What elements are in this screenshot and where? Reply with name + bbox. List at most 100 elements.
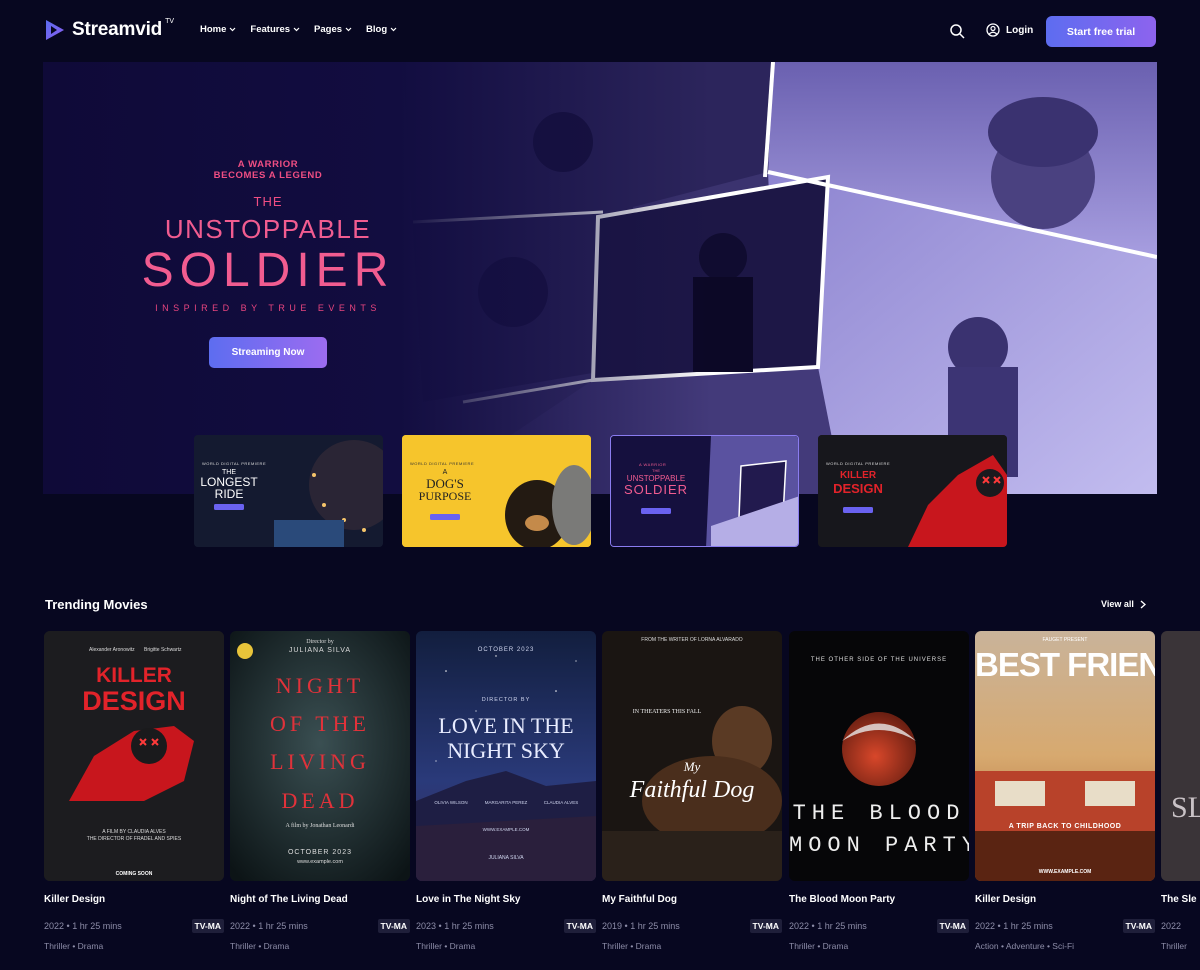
movie-year: 2023 — [416, 921, 437, 931]
thumbnail-label: WORLD DIGITAL PREMIERE — [202, 461, 267, 466]
movie-title[interactable]: My Faithful Dog — [602, 894, 782, 905]
hero-thumbnail-longest-ride[interactable]: WORLD DIGITAL PREMIERE THE LONGEST RIDE — [194, 435, 383, 547]
movie-poster[interactable]: OCTOBER 2023 DIRECTOR BY LOVE IN THE NIG… — [416, 631, 596, 881]
trending-section-title: Trending Movies — [45, 597, 148, 612]
movie-poster[interactable]: FROM THE WRITER OF LORNA ALVARADO IN THE… — [602, 631, 782, 881]
poster-title-1: My — [683, 759, 701, 774]
hero-tagline: A WARRIOR BECOMES A LEGEND — [193, 159, 343, 181]
poster-footer: JULIANA SILVA — [488, 855, 524, 861]
movie-poster[interactable]: THE OTHER SIDE OF THE UNIVERSE THE BLOOD… — [789, 631, 969, 881]
thumbnail-stream-button — [843, 507, 873, 513]
nav-pages[interactable]: Pages — [314, 24, 352, 35]
movie-meta: 2022 • 1 hr 25 mins TV-MA — [230, 919, 410, 933]
movie-year: 2022 — [1161, 921, 1182, 931]
movie-card[interactable]: OCTOBER 2023 DIRECTOR BY LOVE IN THE NIG… — [416, 631, 596, 951]
movie-year: 2022 — [44, 921, 65, 931]
nav-blog-label: Blog — [366, 24, 388, 35]
hero-banner: A WARRIOR BECOMES A LEGEND THE UNSTOPPAB… — [43, 62, 1157, 494]
poster-top-text: FROM THE WRITER OF LORNA ALVARADO — [641, 637, 743, 643]
poster-title-2: Faithful Dog — [629, 777, 755, 803]
poster-title-4: DEAD — [281, 788, 359, 813]
rating-badge: TV-MA — [563, 919, 596, 933]
view-all-label: View all — [1101, 599, 1134, 609]
hero-thumbnail-dogs-purpose[interactable]: WORLD DIGITAL PREMIERE A DOG'S PURPOSE — [402, 435, 591, 547]
rating-badge: TV-MA — [377, 919, 410, 933]
movie-poster[interactable]: Director by JULIANA SILVA NIGHT OF THE L… — [230, 631, 410, 881]
poster-top-text: FAUGET PRESENT — [1042, 637, 1088, 643]
logo-text: Streamvid — [72, 19, 163, 40]
poster-director-name: JULIANA SILVA — [288, 647, 352, 654]
play-logo-icon — [46, 20, 64, 40]
poster-title: SL — [1171, 791, 1200, 824]
movie-poster[interactable]: FAUGET PRESENT BEST FRIEND A TRIP BACK T… — [975, 631, 1155, 881]
hero-title-line-2: SOLDIER — [141, 244, 395, 297]
rating-badge: TV-MA — [749, 919, 782, 933]
nav-features[interactable]: Features — [250, 24, 300, 35]
hero-subtitle: INSPIRED BY TRUE EVENTS — [155, 303, 381, 313]
rating-badge: TV-MA — [1122, 919, 1155, 933]
rating-badge: TV-MA — [191, 919, 224, 933]
poster-release: IN THEATERS THIS FALL — [632, 709, 702, 715]
movie-poster[interactable]: Alexander Aronowitz Brigitte Schwartz KI… — [44, 631, 224, 881]
logo[interactable]: Streamvid TV — [44, 18, 174, 42]
view-all-link[interactable]: View all — [1101, 599, 1146, 609]
movie-meta: 2022 — [1161, 919, 1200, 933]
movie-title[interactable]: Killer Design — [975, 894, 1155, 905]
movie-title[interactable]: The Sle — [1161, 894, 1200, 905]
movie-card-partial[interactable]: SL The Sle 2022 Thriller — [1161, 631, 1200, 951]
movie-card[interactable]: Alexander Aronowitz Brigitte Schwartz KI… — [44, 631, 224, 951]
poster-title: BEST FRIEND — [975, 646, 1155, 683]
movie-card[interactable]: FAUGET PRESENT BEST FRIEND A TRIP BACK T… — [975, 631, 1155, 951]
movie-genres: Thriller • Drama — [44, 941, 104, 951]
movie-title[interactable]: Night of The Living Dead — [230, 894, 410, 905]
nav-home[interactable]: Home — [200, 24, 236, 35]
search-icon[interactable] — [949, 23, 965, 39]
hero-thumbnail-killer-design[interactable]: WORLD DIGITAL PREMIERE KILLER DESIGN — [818, 435, 1007, 547]
poster-cast-2: Brigitte Schwartz — [144, 647, 182, 653]
hero-tagline-line-2: BECOMES A LEGEND — [213, 170, 323, 181]
movie-year-duration: 2019 • 1 hr 25 mins — [602, 921, 680, 931]
movie-year: 2022 — [975, 921, 996, 931]
movie-year: 2019 — [602, 921, 623, 931]
nav-features-label: Features — [250, 24, 291, 35]
movie-genres: Thriller — [1161, 941, 1187, 951]
nav-blog[interactable]: Blog — [366, 24, 397, 35]
poster-cast-2: MARGARITA PEREZ — [484, 800, 528, 805]
movie-title[interactable]: Killer Design — [44, 894, 224, 905]
poster-cast-1: Alexander Aronowitz — [89, 647, 135, 653]
movie-year-duration: 2022 • 1 hr 25 mins — [44, 921, 122, 931]
movie-genres: Thriller • Drama — [602, 941, 662, 951]
poster-title-2: MOON PARTY — [789, 833, 969, 858]
poster-subtitle: A TRIP BACK TO CHILDHOOD — [1008, 823, 1122, 830]
movie-meta: 2019 • 1 hr 25 mins TV-MA — [602, 919, 782, 933]
login-button[interactable]: Login — [986, 23, 1033, 37]
start-free-trial-button[interactable]: Start free trial — [1046, 16, 1156, 47]
site-header: Streamvid TV Home Features Pages Blog Lo… — [0, 0, 1200, 62]
thumbnail-title-3: PURPOSE — [418, 489, 472, 503]
movie-title[interactable]: The Blood Moon Party — [789, 894, 969, 905]
poster-title-2: NIGHT SKY — [447, 738, 565, 763]
movie-duration: 1 hr 25 mins — [258, 921, 308, 931]
movie-card[interactable]: Director by JULIANA SILVA NIGHT OF THE L… — [230, 631, 410, 951]
movie-meta: 2022 • 1 hr 25 mins TV-MA — [789, 919, 969, 933]
movie-year-duration: 2022 • 1 hr 25 mins — [975, 921, 1053, 931]
movie-year-duration: 2022 • 1 hr 25 mins — [230, 921, 308, 931]
streaming-now-button[interactable]: Streaming Now — [209, 337, 327, 368]
poster-url: WWW.EXAMPLE.COM — [482, 827, 530, 832]
hero-thumbnail-unstoppable-soldier[interactable]: A WARRIOR THE UNSTOPPABLE SOLDIER — [610, 435, 799, 547]
poster-url: www.example.com — [297, 859, 343, 865]
thumbnail-title-2: DESIGN — [833, 481, 883, 496]
movie-title[interactable]: Love in The Night Sky — [416, 894, 596, 905]
thumbnail-stream-button — [214, 504, 244, 510]
movie-poster[interactable]: SL — [1161, 631, 1200, 881]
movie-year: 2022 — [230, 921, 251, 931]
chevron-down-icon — [390, 27, 397, 32]
nav-pages-label: Pages — [314, 24, 343, 35]
poster-title-1: LOVE IN THE — [438, 713, 574, 738]
chevron-down-icon — [229, 27, 236, 32]
movie-card[interactable]: FROM THE WRITER OF LORNA ALVARADO IN THE… — [602, 631, 782, 951]
poster-top-text: THE OTHER SIDE OF THE UNIVERSE — [810, 657, 948, 663]
thumbnail-label: A WARRIOR — [639, 462, 667, 467]
movie-year-duration: 2022 • 1 hr 25 mins — [789, 921, 867, 931]
movie-card[interactable]: THE OTHER SIDE OF THE UNIVERSE THE BLOOD… — [789, 631, 969, 951]
